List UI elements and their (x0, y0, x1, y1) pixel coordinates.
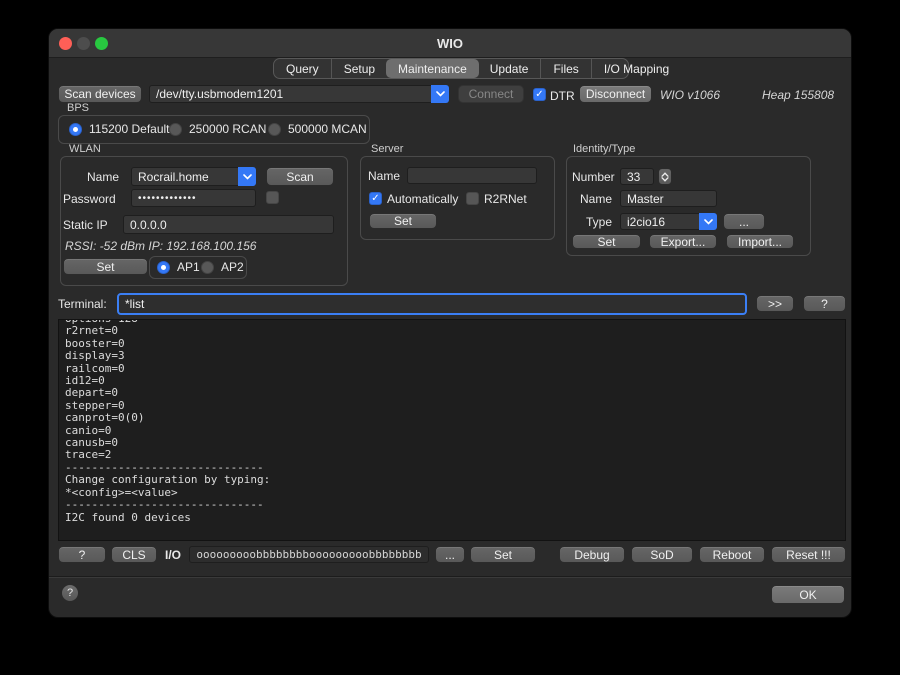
terminal-output-text: options=128 r2rnet=0 booster=0 display=3… (59, 319, 845, 524)
identity-number-field[interactable]: 33 (620, 168, 654, 185)
tab-maintenance[interactable]: Maintenance (386, 59, 479, 78)
help-icon[interactable]: ? (61, 584, 79, 602)
io-set-button[interactable]: Set (470, 546, 536, 563)
identity-export-button[interactable]: Export... (649, 234, 717, 249)
heap-text: Heap 155808 (762, 88, 834, 102)
port-select[interactable]: /dev/tty.usbmodem1201 (149, 85, 449, 103)
identity-type-select[interactable]: i2cio16 (620, 213, 717, 230)
identity-type-label: Type (586, 215, 612, 229)
bps-radio-500000-label: 500000 MCAN (288, 122, 367, 136)
radio-icon (201, 261, 214, 274)
wlan-static-ip-field[interactable]: 0.0.0.0 (123, 215, 334, 234)
dtr-checkbox[interactable]: ✓ (533, 88, 546, 101)
chevron-down-icon (699, 213, 717, 230)
terminal-help-button[interactable]: ? (803, 295, 846, 312)
scan-devices-button[interactable]: Scan devices (58, 85, 142, 103)
reboot-button[interactable]: Reboot (699, 546, 765, 563)
identity-name-label: Name (580, 192, 612, 206)
radio-icon (268, 123, 281, 136)
tab-files[interactable]: Files (540, 59, 590, 78)
identity-number-label: Number (572, 170, 615, 184)
reset-button[interactable]: Reset !!! (771, 546, 846, 563)
ap2-radio[interactable]: AP2 (201, 260, 244, 274)
wlan-name-select[interactable]: Rocrail.home (131, 167, 256, 186)
wlan-group-label: WLAN (69, 143, 101, 155)
terminal-label: Terminal: (58, 297, 107, 311)
wlan-show-password-checkbox[interactable] (266, 191, 279, 204)
wlan-password-field[interactable]: ••••••••••••• (131, 189, 256, 207)
cls-button[interactable]: CLS (111, 546, 157, 563)
wlan-password-label: Password (63, 192, 116, 206)
chevron-down-icon (661, 177, 669, 182)
identity-name-field[interactable]: Master (620, 190, 717, 207)
wlan-name-label: Name (87, 170, 119, 184)
port-select-value: /dev/tty.usbmodem1201 (156, 87, 283, 101)
wlan-status-text: RSSI: -52 dBm IP: 192.168.100.156 (65, 239, 256, 253)
wlan-scan-button[interactable]: Scan (266, 167, 334, 186)
identity-import-button[interactable]: Import... (726, 234, 794, 249)
ok-button[interactable]: OK (771, 585, 845, 604)
wlan-set-button[interactable]: Set (63, 258, 148, 275)
bps-radio-115200[interactable]: 115200 Default (69, 122, 170, 136)
ap1-label: AP1 (177, 260, 200, 274)
bps-radio-250000-label: 250000 RCAN (189, 122, 266, 136)
identity-more-button[interactable]: ... (723, 213, 765, 230)
radio-selected-icon (69, 123, 82, 136)
footer-divider (49, 576, 851, 578)
r2rnet-label: R2RNet (484, 192, 527, 206)
server-set-button[interactable]: Set (369, 213, 437, 229)
connect-button: Connect (458, 85, 524, 103)
firmware-version-text: WIO v1066 (660, 88, 720, 102)
ap2-label: AP2 (221, 260, 244, 274)
io-label: I/O (165, 548, 181, 562)
bps-group-label: BPS (67, 102, 89, 114)
tab-update[interactable]: Update (478, 59, 541, 78)
io-help-button[interactable]: ? (58, 546, 106, 563)
tab-io-mapping[interactable]: I/O Mapping (591, 59, 681, 78)
io-setup-field[interactable]: ooooooooobbbbbbbbooooooooobbbbbbbb (189, 546, 429, 563)
wio-window: WIO Query Setup Maintenance Update Files… (48, 28, 852, 618)
identity-set-button[interactable]: Set (572, 234, 641, 249)
automatically-checkbox[interactable]: ✓ (369, 192, 382, 205)
server-group-label: Server (371, 143, 403, 155)
tab-query[interactable]: Query (274, 59, 331, 78)
identity-group-label: Identity/Type (573, 143, 635, 155)
identity-number-stepper[interactable] (658, 168, 672, 185)
ap1-radio[interactable]: AP1 (157, 260, 200, 274)
bps-radio-250000[interactable]: 250000 RCAN (169, 122, 266, 136)
sod-button[interactable]: SoD (631, 546, 693, 563)
disconnect-button[interactable]: Disconnect (579, 85, 652, 103)
terminal-send-button[interactable]: >> (756, 295, 794, 312)
dtr-label: DTR (550, 89, 575, 103)
chevron-down-icon (238, 167, 256, 186)
window-title: WIO (49, 36, 851, 51)
identity-type-value: i2cio16 (627, 215, 665, 229)
server-name-label: Name (368, 169, 400, 183)
tab-setup[interactable]: Setup (331, 59, 387, 78)
titlebar[interactable]: WIO (49, 29, 851, 58)
bps-radio-115200-label: 115200 Default (89, 122, 170, 136)
radio-selected-icon (157, 261, 170, 274)
terminal-output[interactable]: options=128 r2rnet=0 booster=0 display=3… (58, 319, 846, 541)
wlan-name-value: Rocrail.home (138, 170, 209, 184)
chevron-down-icon (431, 85, 449, 103)
tab-bar: Query Setup Maintenance Update Files I/O… (273, 58, 629, 79)
wlan-static-ip-label: Static IP (63, 218, 108, 232)
io-more-button[interactable]: ... (435, 546, 465, 563)
radio-icon (169, 123, 182, 136)
server-name-field[interactable] (407, 167, 537, 184)
r2rnet-checkbox[interactable] (466, 192, 479, 205)
terminal-input[interactable]: *list (117, 293, 747, 315)
bps-radio-500000[interactable]: 500000 MCAN (268, 122, 367, 136)
debug-button[interactable]: Debug (559, 546, 625, 563)
automatically-label: Automatically (387, 192, 458, 206)
